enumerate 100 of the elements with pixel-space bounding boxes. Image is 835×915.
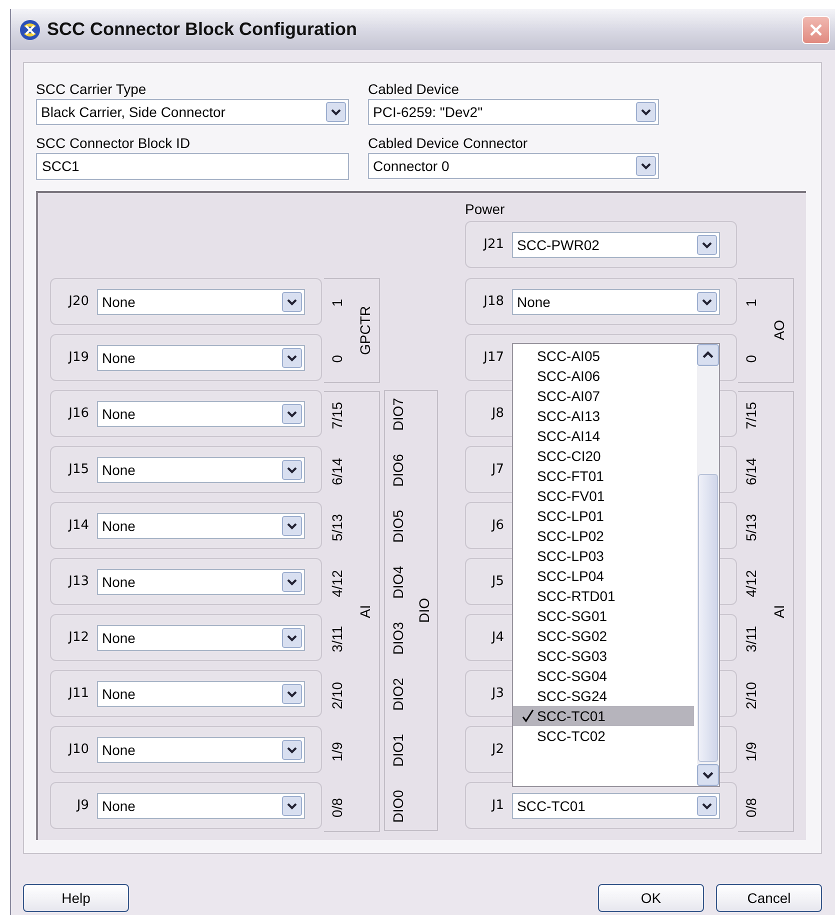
close-icon xyxy=(808,22,824,38)
dropdown-option[interactable]: SCC-AI05 xyxy=(513,346,694,366)
channel-label: 6/14 xyxy=(329,458,345,486)
dropdown-option[interactable]: SCC-FV01 xyxy=(513,486,694,506)
scroll-up-icon[interactable] xyxy=(697,344,719,366)
channel-label: 2/10 xyxy=(743,682,759,710)
channel-label: DIO2 xyxy=(390,678,406,711)
slot-label: J2 xyxy=(490,742,504,757)
dropdown-field[interactable]: SCC-TC01 xyxy=(512,792,720,818)
channel-label: 1 xyxy=(743,298,759,306)
dropdown-field[interactable]: None xyxy=(97,288,305,314)
channel-label: 0/8 xyxy=(329,798,345,818)
field-label: Cabled Device Connector xyxy=(368,135,529,151)
chevron-down-icon xyxy=(697,796,717,816)
dialog-button[interactable]: Cancel xyxy=(716,884,822,912)
chevron-down-icon xyxy=(697,292,717,312)
dropdown-field[interactable]: None xyxy=(97,792,305,818)
scroll-thumb[interactable] xyxy=(698,474,718,762)
slot-label: J18 xyxy=(482,294,504,309)
window-title: SCC Connector Block Configuration xyxy=(47,19,358,40)
scrollbar[interactable] xyxy=(697,344,719,786)
slot-label: J15 xyxy=(67,462,89,477)
chevron-down-icon xyxy=(636,156,656,176)
slot-label: J1 xyxy=(490,798,504,813)
section-label: Power xyxy=(465,201,506,217)
chevron-down-icon xyxy=(282,796,302,816)
dropdown-option[interactable]: SCC-AI14 xyxy=(513,426,694,446)
dropdown-field[interactable]: None xyxy=(97,344,305,370)
slot-label: J20 xyxy=(67,294,89,309)
dropdown-option[interactable]: SCC-AI06 xyxy=(513,366,694,386)
slot-label: J14 xyxy=(67,518,89,533)
dropdown-field[interactable]: None xyxy=(97,456,305,482)
dropdown-field[interactable]: Connector 0 xyxy=(368,153,659,179)
dropdown-field[interactable]: None xyxy=(97,512,305,538)
dropdown-option[interactable]: SCC-SG02 xyxy=(513,626,694,646)
channel-label: 3/11 xyxy=(743,626,759,653)
dropdown-field[interactable]: None xyxy=(97,568,305,594)
dropdown-option[interactable]: SCC-CI20 xyxy=(513,446,694,466)
slot-label: J21 xyxy=(482,237,504,252)
chevron-down-icon xyxy=(282,460,302,480)
dropdown-field[interactable]: PCI-6259: "Dev2" xyxy=(368,99,659,125)
slot-label: J8 xyxy=(490,406,504,421)
dropdown-option[interactable]: SCC-SG01 xyxy=(513,606,694,626)
dropdown-option[interactable]: SCC-TC02 xyxy=(513,726,694,746)
slot-label: J12 xyxy=(67,630,89,645)
dropdown-option[interactable]: SCC-RTD01 xyxy=(513,586,694,606)
dropdown-option[interactable]: SCC-SG03 xyxy=(513,646,694,666)
chevron-down-icon xyxy=(282,740,302,760)
slot-label: J17 xyxy=(482,350,504,365)
chevron-down-icon xyxy=(282,404,302,424)
dropdown-option[interactable]: SCC-FT01 xyxy=(513,466,694,486)
chevron-down-icon xyxy=(282,516,302,536)
app-icon xyxy=(19,18,41,40)
channel-label: 7/15 xyxy=(743,402,759,430)
channel-label: 5/13 xyxy=(743,514,759,542)
dropdown-option[interactable]: SCC-SG24 xyxy=(513,686,694,706)
dropdown-field[interactable]: None xyxy=(97,400,305,426)
slot-label: J4 xyxy=(490,630,504,645)
dropdown-option[interactable]: SCC-LP01 xyxy=(513,506,694,526)
chevron-down-icon xyxy=(697,234,717,254)
dropdown-field[interactable]: SCC-PWR02 xyxy=(512,232,720,258)
channel-label: DIO4 xyxy=(390,566,406,599)
help-button[interactable]: Help xyxy=(23,884,129,912)
input-field[interactable]: SCC1 xyxy=(36,153,349,180)
dropdown-field[interactable]: None xyxy=(97,624,305,650)
scroll-down-icon[interactable] xyxy=(697,764,719,786)
channel-label: DIO7 xyxy=(390,398,406,431)
dropdown-field[interactable]: None xyxy=(97,680,305,706)
dropdown-option[interactable]: SCC-LP02 xyxy=(513,526,694,546)
channel-label: 4/12 xyxy=(329,570,345,598)
channel-label: DIO5 xyxy=(390,510,406,543)
slot-label: J3 xyxy=(490,686,504,701)
channel-label: 1 xyxy=(329,298,345,306)
dropdown-option[interactable]: SCC-SG04 xyxy=(513,666,694,686)
dialog-button[interactable]: OK xyxy=(598,884,704,912)
dropdown-option[interactable]: SCC-LP04 xyxy=(513,566,694,586)
chevron-down-icon xyxy=(282,684,302,704)
channel-label: 5/13 xyxy=(329,514,345,542)
channel-label: DIO6 xyxy=(390,454,406,487)
channel-label: 0 xyxy=(743,354,759,362)
dropdown-option[interactable]: SCC-AI07 xyxy=(513,386,694,406)
dropdown-field[interactable]: None xyxy=(512,288,720,314)
slot-label: J10 xyxy=(67,742,89,757)
field-label: SCC Connector Block ID xyxy=(36,135,192,151)
dropdown-option[interactable]: SCC-TC01 xyxy=(513,706,694,726)
channel-label: 3/11 xyxy=(329,626,345,653)
chevron-down-icon xyxy=(282,292,302,312)
slot-label: J9 xyxy=(75,798,89,813)
channel-label: 1/9 xyxy=(329,742,345,762)
dropdown-option[interactable]: SCC-LP03 xyxy=(513,546,694,566)
channel-label: 2/10 xyxy=(329,682,345,710)
channel-label: DIO0 xyxy=(390,790,406,823)
dropdown-field[interactable]: None xyxy=(97,736,305,762)
dropdown-option[interactable]: SCC-AI13 xyxy=(513,406,694,426)
field-label: Cabled Device xyxy=(368,81,460,97)
group-label: AI xyxy=(770,604,786,618)
close-button[interactable] xyxy=(802,16,830,44)
dropdown-field[interactable]: Black Carrier, Side Connector xyxy=(36,99,349,125)
slot-label: J11 xyxy=(67,686,89,701)
chevron-down-icon xyxy=(282,628,302,648)
